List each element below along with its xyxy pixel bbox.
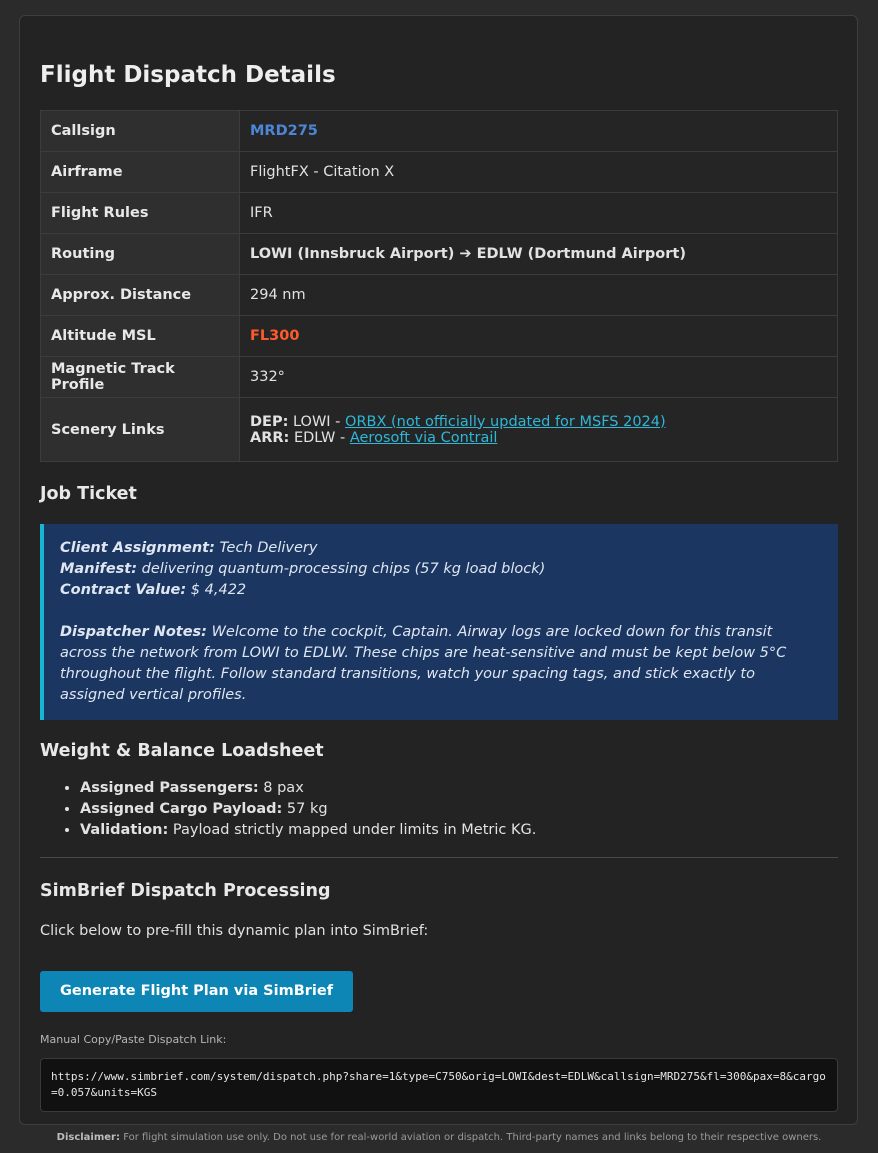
track-label: Magnetic Track Profile xyxy=(40,356,240,398)
dep-icao: LOWI xyxy=(292,413,331,430)
section-divider xyxy=(40,857,838,858)
callsign-label: Callsign xyxy=(40,110,240,152)
manifest-value: delivering quantum-processing chips (57 … xyxy=(141,561,546,577)
table-row: Callsign MRD275 xyxy=(40,110,838,152)
dispatcher-notes: Dispatcher Notes: Welcome to the cockpit… xyxy=(60,624,787,703)
dispatch-link-code[interactable]: https://www.simbrief.com/system/dispatch… xyxy=(40,1058,838,1112)
job-ticket-heading: Job Ticket xyxy=(40,484,137,504)
simbrief-intro: Click below to pre-fill this dynamic pla… xyxy=(40,923,429,939)
client-value: Tech Delivery xyxy=(219,540,318,556)
dep-scenery-line: DEP: LOWI - ORBX (not officially updated… xyxy=(250,413,666,430)
track-value: 332° xyxy=(239,356,838,398)
scenery-label: Scenery Links xyxy=(40,397,240,462)
routing-value: LOWI (Innsbruck Airport) ➔ EDLW (Dortmun… xyxy=(250,246,686,262)
table-row: Routing LOWI (Innsbruck Airport) ➔ EDLW … xyxy=(40,233,838,275)
dispatch-card: Flight Dispatch Details Callsign MRD275 … xyxy=(19,15,858,1125)
contract-value: $ 4,422 xyxy=(190,582,247,598)
rules-label: Flight Rules xyxy=(40,192,240,234)
list-item: Assigned Passengers: 8 pax xyxy=(80,778,837,799)
table-row: Flight Rules IFR xyxy=(40,192,838,234)
callsign-value: MRD275 xyxy=(250,123,318,139)
airframe-label: Airframe xyxy=(40,151,240,193)
table-row: Magnetic Track Profile 332° xyxy=(40,356,838,398)
arr-scenery-link[interactable]: Aerosoft via Contrail xyxy=(350,430,498,446)
simbrief-heading: SimBrief Dispatch Processing xyxy=(40,881,331,901)
contract-line: Contract Value: $ 4,422 xyxy=(60,582,247,598)
manual-link-label: Manual Copy/Paste Dispatch Link: xyxy=(40,1033,227,1046)
loadsheet-list: Assigned Passengers: 8 pax Assigned Carg… xyxy=(40,778,837,841)
table-row: Altitude MSL FL300 xyxy=(40,315,838,357)
client-line: Client Assignment: Tech Delivery xyxy=(60,540,318,556)
cargo-value: 57 kg xyxy=(286,801,328,817)
manifest-line: Manifest: delivering quantum-processing … xyxy=(60,561,546,577)
generate-flight-plan-button[interactable]: Generate Flight Plan via SimBrief xyxy=(40,971,354,1012)
weight-balance-heading: Weight & Balance Loadsheet xyxy=(40,741,324,761)
arr-icao: EDLW xyxy=(293,429,336,446)
distance-label: Approx. Distance xyxy=(40,274,240,316)
table-row: Scenery Links DEP: LOWI - ORBX (not offi… xyxy=(40,397,838,462)
arr-scenery-line: ARR: EDLW - Aerosoft via Contrail xyxy=(250,429,498,446)
airframe-value: FlightFX - Citation X xyxy=(239,151,838,193)
list-item: Validation: Payload strictly mapped unde… xyxy=(80,820,837,841)
dep-label: DEP: xyxy=(250,413,289,430)
details-table: Callsign MRD275 Airframe FlightFX - Cita… xyxy=(40,110,838,462)
job-ticket-box: Client Assignment: Tech Delivery Manifes… xyxy=(40,524,838,720)
altitude-label: Altitude MSL xyxy=(40,315,240,357)
table-row: Airframe FlightFX - Citation X xyxy=(40,151,838,193)
distance-value: 294 nm xyxy=(239,274,838,316)
arr-label: ARR: xyxy=(250,429,290,446)
page-title: Flight Dispatch Details xyxy=(40,62,336,88)
altitude-value: FL300 xyxy=(250,328,300,344)
dep-scenery-link[interactable]: ORBX (not officially updated for MSFS 20… xyxy=(345,414,666,430)
pax-value: 8 pax xyxy=(263,780,304,796)
table-row: Approx. Distance 294 nm xyxy=(40,274,838,316)
list-item: Assigned Cargo Payload: 57 kg xyxy=(80,799,837,820)
routing-label: Routing xyxy=(40,233,240,275)
rules-value: IFR xyxy=(239,192,838,234)
footer-disclaimer: Disclaimer: For flight simulation use on… xyxy=(56,1132,822,1143)
validation-value: Payload strictly mapped under limits in … xyxy=(172,822,537,838)
